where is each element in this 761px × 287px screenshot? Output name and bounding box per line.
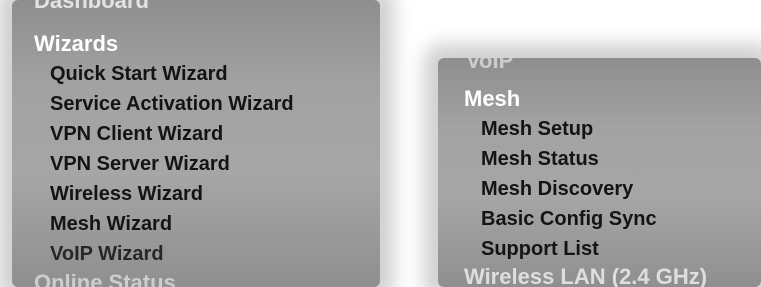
menu-item-wireless-wizard[interactable]: Wireless Wizard — [50, 183, 203, 206]
menu-section-dashboard[interactable]: Dashboard — [34, 0, 149, 14]
menu-item-basic-config-sync[interactable]: Basic Config Sync — [481, 208, 657, 231]
menu-section-online-status[interactable]: Online Status — [34, 270, 176, 287]
mesh-menu-panel: VoIP Mesh Mesh Setup Mesh Status Mesh Di… — [438, 58, 761, 287]
menu-section-voip[interactable]: VoIP — [466, 58, 513, 74]
menu-item-voip-wizard[interactable]: VoIP Wizard — [50, 243, 164, 266]
menu-item-service-activation-wizard[interactable]: Service Activation Wizard — [50, 93, 294, 116]
menu-section-wireless-lan-2-4ghz[interactable]: Wireless LAN (2.4 GHz) — [464, 264, 707, 287]
menu-section-wizards[interactable]: Wizards — [34, 31, 118, 57]
menu-item-mesh-setup[interactable]: Mesh Setup — [481, 118, 593, 141]
menu-item-mesh-discovery[interactable]: Mesh Discovery — [481, 178, 633, 201]
menu-item-vpn-server-wizard[interactable]: VPN Server Wizard — [50, 153, 230, 176]
menu-item-mesh-wizard[interactable]: Mesh Wizard — [50, 213, 172, 236]
menu-item-vpn-client-wizard[interactable]: VPN Client Wizard — [50, 123, 223, 146]
menu-item-quick-start-wizard[interactable]: Quick Start Wizard — [50, 63, 228, 86]
menu-item-support-list[interactable]: Support List — [481, 238, 599, 261]
menu-item-mesh-status[interactable]: Mesh Status — [481, 148, 599, 171]
menu-section-mesh[interactable]: Mesh — [464, 86, 520, 112]
wizards-menu-panel: Dashboard Wizards Quick Start Wizard Ser… — [12, 0, 380, 287]
